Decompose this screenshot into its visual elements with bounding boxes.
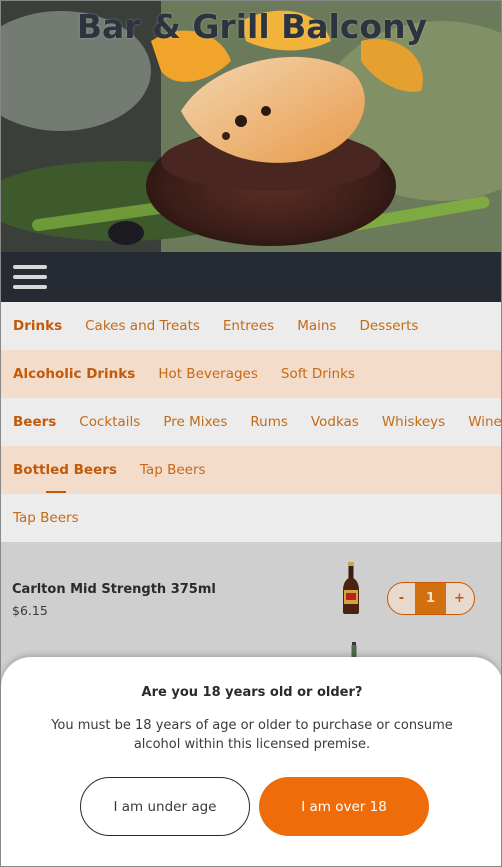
hero-banner: Bar & Grill Balcony — [1, 1, 501, 252]
under-age-button[interactable]: I am under age — [80, 777, 250, 836]
beer-bottle-icon — [343, 562, 359, 614]
product-price: $6.15 — [12, 603, 48, 618]
age-verification-modal: Are you 18 years old or older? You must … — [1, 657, 501, 866]
tab-beers[interactable]: Beers — [13, 414, 56, 430]
product-name: Carlton Mid Strength 375ml — [12, 582, 216, 597]
tab-tap-beers[interactable]: Tap Beers — [140, 462, 206, 478]
app-page: Bar & Grill Balcony Drinks Cakes and Tre… — [0, 0, 502, 867]
tab-pre-mixes[interactable]: Pre Mixes — [163, 414, 227, 430]
over-18-button[interactable]: I am over 18 — [259, 777, 429, 836]
modal-title: Are you 18 years old or older? — [141, 685, 363, 700]
tab-wines[interactable]: Wines — [468, 414, 501, 430]
tab-alcoholic-drinks[interactable]: Alcoholic Drinks — [13, 366, 135, 382]
quantity-value: 1 — [415, 583, 446, 614]
category-row-beers: Bottled Beers Tap Beers — [1, 446, 501, 494]
category-row-subsection: Tap Beers — [1, 494, 501, 542]
category-row-drinks: Alcoholic Drinks Hot Beverages Soft Drin… — [1, 350, 501, 398]
product-item: Carlton Mid Strength 375ml $6.15 - 1 + — [1, 542, 501, 657]
tab-bottled-beers[interactable]: Bottled Beers — [13, 462, 117, 478]
tab-vodkas[interactable]: Vodkas — [311, 414, 359, 430]
tab-soft-drinks[interactable]: Soft Drinks — [281, 366, 355, 382]
tab-hot-beverages[interactable]: Hot Beverages — [158, 366, 258, 382]
tab-entrees[interactable]: Entrees — [223, 318, 274, 334]
tab-mains[interactable]: Mains — [297, 318, 336, 334]
active-tab-underline — [46, 491, 66, 493]
category-row-alcoholic: Beers Cocktails Pre Mixes Rums Vodkas Wh… — [1, 398, 501, 446]
tab-cakes-and-treats[interactable]: Cakes and Treats — [85, 318, 200, 334]
tab-cocktails[interactable]: Cocktails — [79, 414, 140, 430]
restaurant-title: Bar & Grill Balcony — [76, 7, 428, 46]
beer-bottle-icon-partial — [351, 642, 357, 658]
tab-drinks[interactable]: Drinks — [13, 318, 62, 334]
tab-rums[interactable]: Rums — [250, 414, 288, 430]
tab-whiskeys[interactable]: Whiskeys — [382, 414, 445, 430]
decrement-button[interactable]: - — [388, 583, 415, 614]
category-row-main: Drinks Cakes and Treats Entrees Mains De… — [1, 302, 501, 350]
modal-message: You must be 18 years of age or older to … — [51, 718, 453, 752]
increment-button[interactable]: + — [446, 583, 473, 614]
quantity-stepper: - 1 + — [387, 582, 475, 615]
hamburger-menu-icon[interactable] — [13, 265, 47, 289]
tab-desserts[interactable]: Desserts — [359, 318, 418, 334]
top-navbar — [1, 252, 501, 302]
section-tap-beers[interactable]: Tap Beers — [13, 510, 79, 526]
